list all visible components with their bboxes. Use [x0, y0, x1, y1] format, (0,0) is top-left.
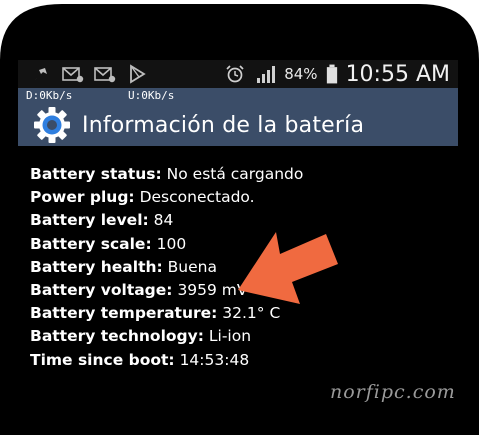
app-title-bar: Información de la batería: [18, 104, 458, 146]
network-speed-bar: D:0Kb/s U:0Kb/s: [18, 88, 458, 104]
battery-percent: 84%: [284, 65, 318, 83]
status-bar: 84% 10:55 AM: [18, 60, 458, 88]
upload-speed: U:0Kb/s: [128, 89, 175, 102]
info-row-time-since-boot: Time since boot: 14:53:48: [30, 350, 250, 369]
arrow-icon: [238, 232, 338, 304]
watermark: norfipc.com: [330, 381, 456, 403]
battery-icon: [326, 64, 337, 84]
play-store-icon: [130, 64, 146, 84]
signal-bars-icon: [257, 66, 276, 83]
app-title: Información de la batería: [82, 112, 365, 138]
info-row-status: Battery status: No está cargando: [30, 165, 304, 183]
gear-icon[interactable]: [32, 105, 72, 145]
clock-time: 10:55 AM: [345, 61, 450, 87]
info-row-technology: Battery technology: Li-ion: [30, 327, 252, 346]
mail-icon: [94, 67, 116, 83]
download-speed: D:0Kb/s: [26, 89, 73, 102]
mail-icon: [62, 67, 84, 83]
pin-icon: [35, 68, 47, 80]
info-row-power-plug: Power plug: Desconectado.: [30, 188, 255, 207]
alarm-clock-icon: [226, 65, 244, 83]
